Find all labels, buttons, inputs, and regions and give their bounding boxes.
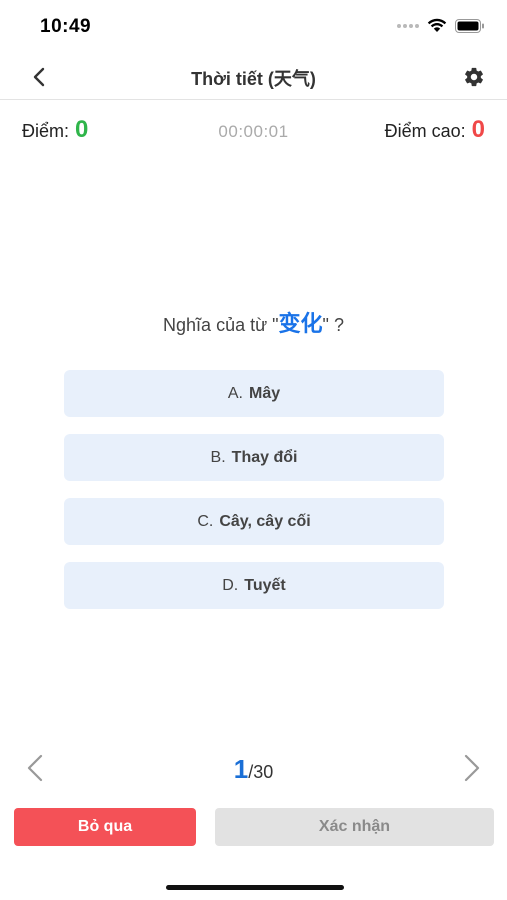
option-text: Mây <box>249 384 281 402</box>
option-letter: A. <box>227 384 243 402</box>
next-question-button[interactable] <box>457 752 487 784</box>
option-b[interactable]: B. Thay đổi <box>64 434 444 481</box>
wifi-icon <box>427 18 447 32</box>
option-letter: B. <box>210 448 226 466</box>
status-bar: 10:49 <box>0 0 507 54</box>
question-word: 变化 <box>278 312 323 337</box>
gear-icon <box>465 67 483 87</box>
high-score: Điểm cao: 0 <box>385 116 485 144</box>
total-questions: /30 <box>248 762 274 782</box>
home-indicator[interactable] <box>166 885 344 890</box>
battery-icon <box>455 18 484 33</box>
option-text: Cây, cây cối <box>219 512 311 530</box>
option-d[interactable]: D. Tuyết <box>64 562 444 609</box>
option-text: Thay đổi <box>231 448 298 466</box>
question-counter: 1/30 <box>0 754 507 785</box>
question-prefix: Nghĩa của từ " <box>163 315 279 335</box>
question-pager: 1/30 <box>0 746 507 790</box>
option-letter: C. <box>197 512 214 530</box>
high-score-label: Điểm cao: <box>384 121 466 141</box>
answer-options: A. Mây B. Thay đổi C. Cây, cây cối D. Tu… <box>64 370 444 626</box>
settings-button[interactable] <box>461 64 487 90</box>
current-question-number: 1 <box>233 754 249 784</box>
high-score-value: 0 <box>471 116 485 143</box>
question-suffix: " ? <box>322 315 344 335</box>
option-letter: D. <box>222 576 239 594</box>
option-a[interactable]: A. Mây <box>64 370 444 417</box>
cellular-signal-icon <box>397 23 419 28</box>
option-c[interactable]: C. Cây, cây cối <box>64 498 444 545</box>
nav-bar: Thời tiết (天气) <box>0 54 507 100</box>
status-icons <box>397 18 485 33</box>
confirm-button[interactable]: Xác nhận <box>215 808 494 846</box>
score-row: Điểm: 0 00:00:01 Điểm cao: 0 <box>0 116 507 150</box>
status-time: 10:49 <box>40 16 92 37</box>
option-text: Tuyết <box>244 576 286 594</box>
question-text: Nghĩa của từ "变化" ? <box>0 306 507 338</box>
page-title: Thời tiết (天气) <box>191 69 316 89</box>
skip-button[interactable]: Bỏ qua <box>14 808 196 846</box>
chevron-right-icon <box>464 754 480 782</box>
